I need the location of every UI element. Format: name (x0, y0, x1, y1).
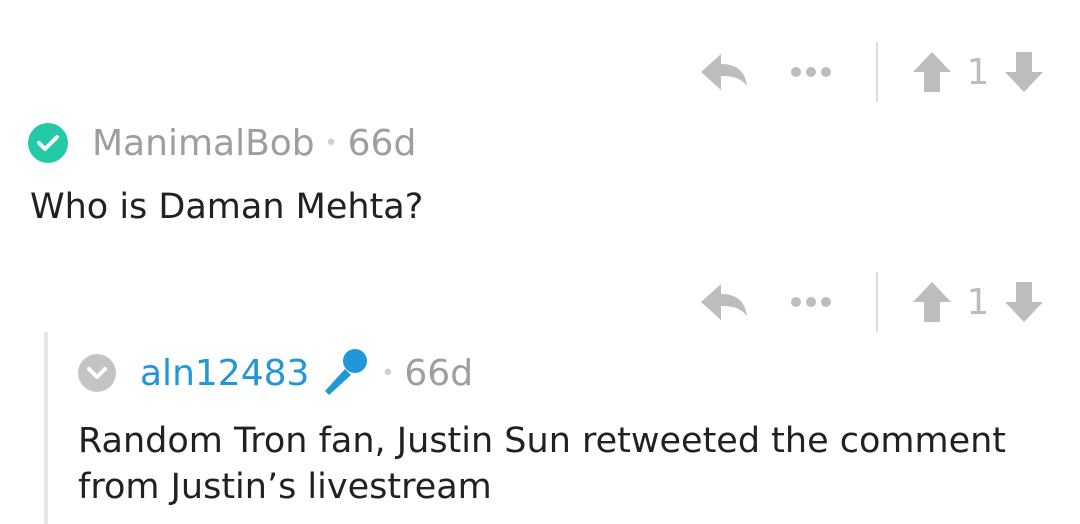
more-options-icon[interactable] (776, 67, 846, 77)
comment-1-action-bar: 1 (700, 42, 1044, 102)
timestamp: 66d (347, 122, 417, 164)
username[interactable]: aln12483 (140, 353, 309, 394)
downvote-icon[interactable] (1004, 50, 1044, 94)
username[interactable]: ManimalBob (92, 123, 315, 164)
upvote-icon[interactable] (912, 280, 952, 324)
score: 1 (966, 281, 990, 323)
chevron-down-icon[interactable] (78, 354, 116, 392)
timestamp: 66d (404, 352, 474, 394)
more-options-icon[interactable] (776, 297, 846, 307)
reply-icon[interactable] (700, 280, 750, 324)
comment-1-text: Who is Daman Mehta? (30, 187, 424, 227)
score: 1 (966, 51, 990, 93)
reply-icon[interactable] (700, 50, 750, 94)
separator: • (381, 360, 395, 386)
comment-2-meta: aln12483 • 66d (78, 347, 474, 399)
thread-indent-line (44, 332, 48, 524)
downvote-icon[interactable] (1004, 280, 1044, 324)
comment-1-meta: ManimalBob • 66d (28, 120, 416, 166)
upvote-icon[interactable] (912, 50, 952, 94)
divider (876, 272, 878, 332)
separator: • (324, 130, 338, 156)
microphone-icon (319, 347, 371, 399)
comment-2-action-bar: 1 (700, 272, 1044, 332)
checkmark-icon (28, 123, 68, 163)
comment-2-text: Random Tron fan, Justin Sun retweeted th… (78, 421, 1007, 507)
divider (876, 42, 878, 102)
